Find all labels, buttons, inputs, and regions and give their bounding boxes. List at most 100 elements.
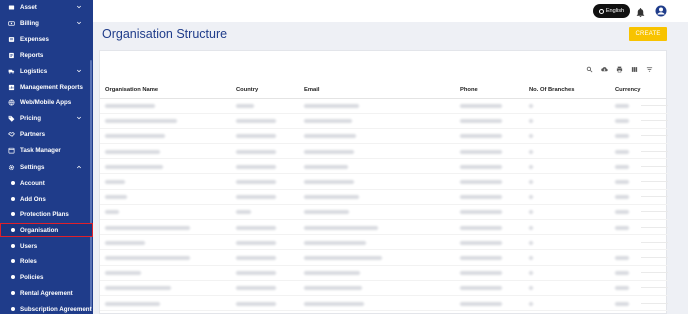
bullet-icon xyxy=(11,212,15,216)
user-circle-icon[interactable] xyxy=(655,4,667,17)
row-divider xyxy=(641,196,668,198)
sidebar-item-label: Settings xyxy=(20,163,45,171)
blurred-cell xyxy=(615,301,629,306)
blurred-cell xyxy=(460,271,502,276)
sidebar-item-partners[interactable]: Partners xyxy=(0,127,93,141)
sidebar-item-rental-agreement[interactable]: Rental Agreement xyxy=(0,286,93,300)
blurred-cell xyxy=(236,119,276,124)
asset-icon xyxy=(7,3,15,11)
blurred-cell xyxy=(304,180,354,184)
sidebar-item-label: Pricing xyxy=(20,114,41,122)
sidebar-item-roles[interactable]: Roles xyxy=(0,254,93,268)
table-row[interactable] xyxy=(100,99,668,114)
blurred-cell xyxy=(615,286,629,291)
sidebar-item-label: Web/Mobile Apps xyxy=(20,98,72,106)
sidebar-item-users[interactable]: Users xyxy=(0,239,93,253)
blurred-cell xyxy=(615,180,629,184)
table-row[interactable] xyxy=(100,251,668,266)
blurred-cell xyxy=(460,149,502,154)
blurred-cell xyxy=(236,149,276,154)
blurred-cell xyxy=(105,119,177,124)
cloud-download-icon[interactable] xyxy=(601,60,608,72)
bell-icon[interactable] xyxy=(635,5,646,18)
blurred-cell xyxy=(304,271,360,276)
sidebar-item-task-manager[interactable]: Task Manager xyxy=(0,143,93,157)
sidebar-item-management-reports[interactable]: Management Reports xyxy=(0,80,93,94)
sidebar-item-label: Add Ons xyxy=(20,195,46,203)
table-row[interactable] xyxy=(100,129,668,144)
sidebar-item-pricing[interactable]: Pricing xyxy=(0,111,93,125)
sidebar-item-organisation[interactable]: Organisation xyxy=(0,223,93,237)
column-header-organisation-name[interactable]: Organisation Name xyxy=(105,87,158,93)
column-header-currency[interactable]: Currency xyxy=(615,87,640,93)
blurred-cell xyxy=(304,164,348,169)
blurred-cell xyxy=(304,256,382,260)
top-bar: English xyxy=(93,0,688,22)
row-divider xyxy=(641,211,668,213)
table-row[interactable] xyxy=(100,114,668,129)
table-row[interactable] xyxy=(100,266,668,281)
row-divider xyxy=(641,272,668,274)
table-row[interactable] xyxy=(100,160,668,175)
chevron-down-icon xyxy=(76,68,82,74)
sidebar-item-label: Protection Plans xyxy=(20,210,69,218)
filter-icon[interactable] xyxy=(646,60,653,72)
column-header-country[interactable]: Country xyxy=(236,87,258,93)
blurred-cell xyxy=(105,210,119,215)
chevron-down-icon xyxy=(76,4,82,10)
sidebar-item-add-ons[interactable]: Add Ons xyxy=(0,192,93,206)
language-button[interactable]: English xyxy=(593,4,630,18)
sidebar-item-expenses[interactable]: Expenses xyxy=(0,32,93,46)
sidebar-item-logistics[interactable]: Logistics xyxy=(0,64,93,78)
row-divider xyxy=(641,287,668,289)
table-row[interactable] xyxy=(100,297,668,312)
sidebar-item-account[interactable]: Account xyxy=(0,176,93,190)
table-row[interactable] xyxy=(100,205,668,220)
blurred-cell xyxy=(460,286,502,291)
sidebar-item-protection-plans[interactable]: Protection Plans xyxy=(0,207,93,221)
row-divider xyxy=(641,120,668,122)
table-row[interactable] xyxy=(100,145,668,160)
table-row[interactable] xyxy=(100,175,668,190)
sidebar-item-reports[interactable]: Reports xyxy=(0,48,93,62)
sidebar: Asset Billing Expenses Reports Logistics Mana… xyxy=(0,0,93,314)
sidebar-item-policies[interactable]: Policies xyxy=(0,270,93,284)
blurred-cell xyxy=(236,256,276,260)
columns-icon[interactable] xyxy=(631,60,638,72)
blurred-cell xyxy=(105,195,127,200)
blurred-cell xyxy=(304,301,364,306)
table-toolbar xyxy=(586,60,653,73)
language-label: English xyxy=(605,8,625,14)
blurred-cell xyxy=(105,104,155,108)
sidebar-item-label: Users xyxy=(20,242,38,250)
sidebar-item-asset[interactable]: Asset xyxy=(0,0,93,14)
chevron-down-icon xyxy=(76,20,82,26)
table-row[interactable] xyxy=(100,236,668,251)
expenses-icon xyxy=(7,35,15,43)
print-icon[interactable] xyxy=(616,60,623,73)
column-header-branches[interactable]: No. Of Branches xyxy=(529,87,574,93)
blurred-cell xyxy=(236,134,276,139)
column-header-phone[interactable]: Phone xyxy=(460,87,478,93)
column-header-email[interactable]: Email xyxy=(304,87,319,93)
sidebar-item-billing[interactable]: Billing xyxy=(0,16,93,30)
sidebar-item-label: Task Manager xyxy=(20,146,61,154)
search-icon[interactable] xyxy=(586,60,593,73)
blurred-cell xyxy=(529,164,533,169)
table-row[interactable] xyxy=(100,190,668,205)
table-row[interactable] xyxy=(100,221,668,236)
sidebar-item-settings[interactable]: Settings xyxy=(0,160,93,174)
sidebar-item-web-mobile-apps[interactable]: Web/Mobile Apps xyxy=(0,95,93,109)
blurred-cell xyxy=(304,104,359,108)
blurred-cell xyxy=(529,180,533,184)
blurred-cell xyxy=(460,164,502,169)
table-row[interactable] xyxy=(100,281,668,296)
blurred-cell xyxy=(105,164,163,169)
sidebar-item-subscription-agreement[interactable]: Subscription Agreement xyxy=(0,302,93,314)
chevron-up-icon xyxy=(76,164,82,170)
blurred-cell xyxy=(105,225,190,230)
blurred-cell xyxy=(304,119,352,124)
blurred-cell xyxy=(529,301,533,306)
blurred-cell xyxy=(529,256,533,260)
create-button[interactable]: CREATE xyxy=(629,27,667,41)
